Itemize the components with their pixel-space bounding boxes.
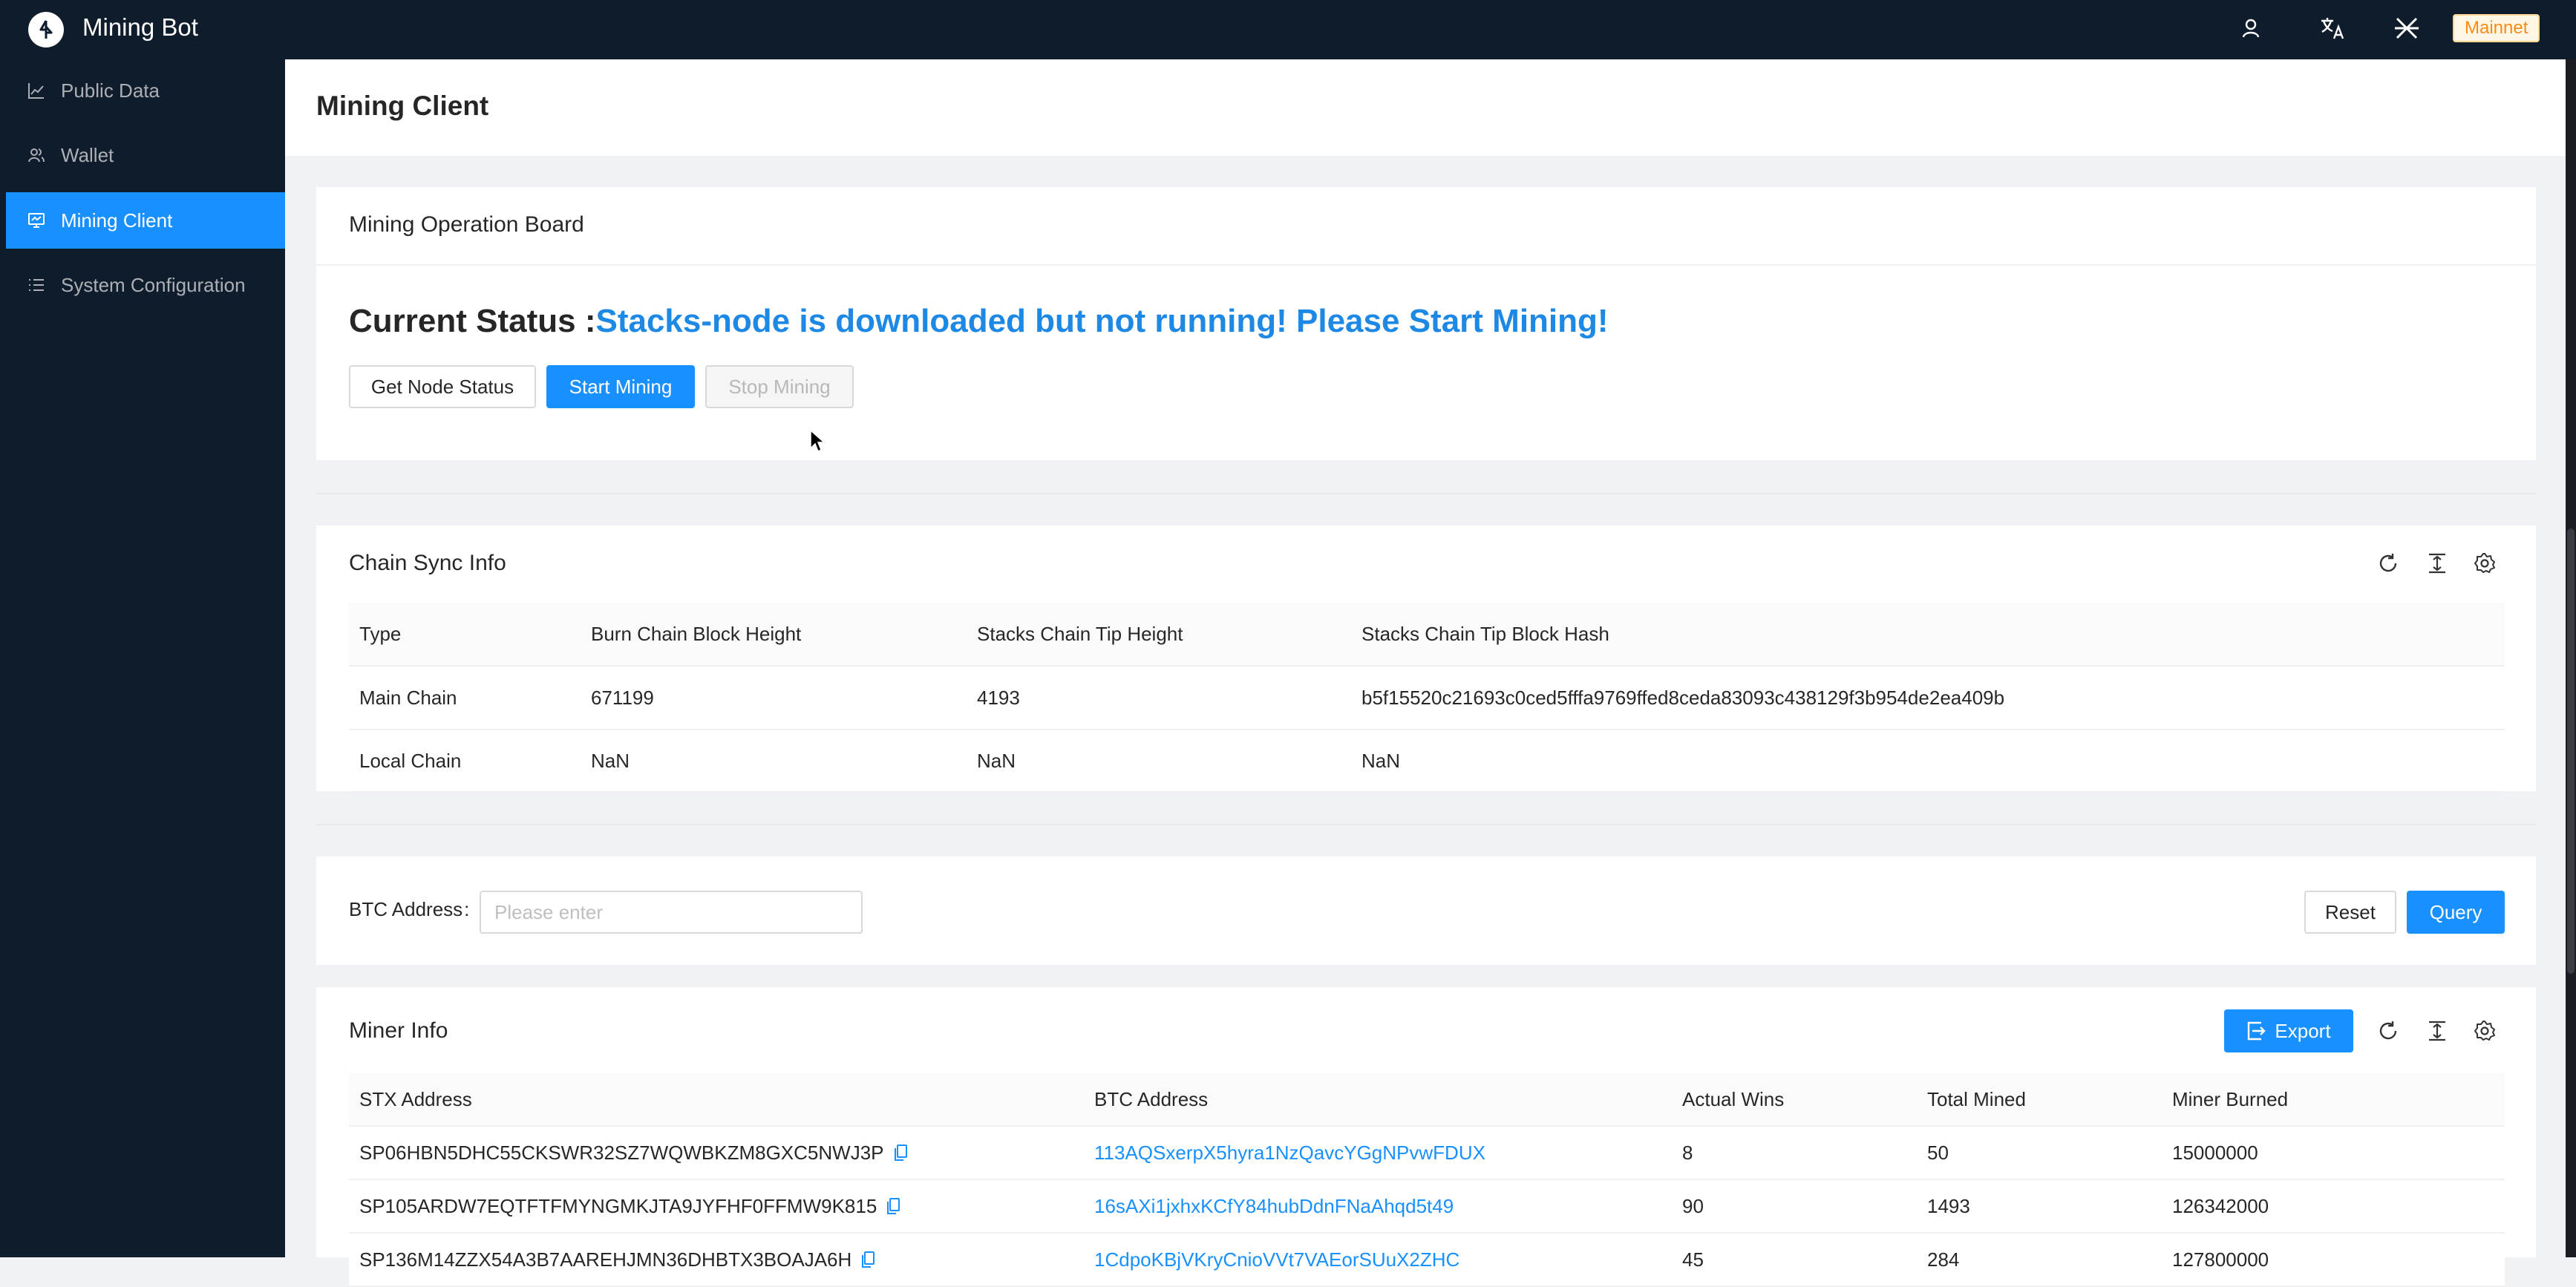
top-header: Mining Bot Mainnet [0,0,2576,59]
sidebar-item-public-data[interactable]: Public Data [6,62,285,119]
stx-address-cell: SP136M14ZZX54A3B7AAREHJMN36DHBTX3BOAJA6H [359,1234,877,1286]
table-cell: 284 [1927,1248,1960,1271]
page-title: Mining Client [316,91,489,121]
column-header[interactable]: Actual Wins [1682,1073,1784,1125]
user-icon[interactable] [2236,13,2266,43]
sidebar-item-label: System Configuration [61,273,246,296]
monitor-icon [25,209,48,232]
column-height-icon[interactable] [2425,551,2450,576]
btc-address-label: BTC Address: [349,898,469,921]
export-button[interactable]: Export [2224,1009,2353,1052]
line-chart-icon [25,79,48,102]
logo-icon[interactable] [28,12,64,48]
current-status: Current Status :Stacks-node is downloade… [349,303,1609,340]
label-colon: : [464,898,470,920]
settings-icon[interactable] [2472,551,2497,576]
column-header[interactable]: Burn Chain Block Height [591,603,801,665]
column-header[interactable]: Total Mined [1927,1073,2026,1125]
translate-icon[interactable] [2318,13,2347,43]
app-title: Mining Bot [82,13,198,41]
table-cell: 8 [1682,1141,1693,1164]
card-title: Mining Operation Board [349,212,584,237]
table-cell: 671199 [591,686,654,709]
card-divider [316,264,2536,266]
table-row: SP06HBN5DHC55CKSWR32SZ7WQWBKZM8GXC5NWJ3P… [349,1127,2505,1180]
btc-address-link[interactable]: 16sAXi1jxhxKCfY84hubDdnFNaAhqd5t49 [1094,1180,1454,1232]
section-divider [316,493,2536,494]
copy-icon[interactable] [892,1143,909,1162]
get-node-status-button[interactable]: Get Node Status [349,365,536,408]
table-cell: b5f15520c21693c0ced5fffa9769ffed8ceda830… [1361,686,2005,709]
export-label: Export [2275,1019,2331,1042]
list-icon [25,274,48,296]
sidebar-item-wallet[interactable]: Wallet [6,127,285,183]
page-header: Mining Client [285,59,2566,156]
card-title: Chain Sync Info [349,551,506,575]
sidebar-item-label: Public Data [61,79,160,102]
miner-info-card: Miner Info Export STX Address BTC Addres… [316,987,2536,1287]
scrollbar-thumb[interactable] [2567,528,2575,974]
table-header: STX Address BTC Address Actual Wins Tota… [349,1073,2505,1127]
table-cell: 90 [1682,1194,1704,1217]
table-cell: Main Chain [359,686,457,709]
table-row: Main Chain 671199 4193 b5f15520c21693c0c… [349,667,2505,730]
query-button[interactable]: Query [2407,891,2505,934]
settings-icon[interactable] [2472,1018,2497,1044]
table-cell: NaN [1361,749,1401,772]
stx-address: SP06HBN5DHC55CKSWR32SZ7WQWBKZM8GXC5NWJ3P [359,1141,884,1164]
table-header: Type Burn Chain Block Height Stacks Chai… [349,603,2505,667]
network-icon[interactable] [2392,13,2422,43]
reload-icon[interactable] [2376,551,2401,576]
sidebar: Public Data Wallet Mining Client System … [0,59,285,1257]
status-label: Current Status : [349,303,596,339]
copy-icon[interactable] [859,1250,877,1269]
stx-address-cell: SP105ARDW7EQTFTFMYNGMKJTA9JYFHF0FFMW9K81… [359,1180,902,1232]
btc-address-input[interactable] [480,891,863,934]
network-badge[interactable]: Mainnet [2453,14,2540,42]
mining-operation-board: Mining Operation Board Current Status :S… [316,187,2536,460]
table-row: Local Chain NaN NaN NaN [349,730,2505,793]
card-title: Miner Info [349,1018,448,1043]
sidebar-item-system-configuration[interactable]: System Configuration [6,257,285,313]
reload-icon[interactable] [2376,1018,2401,1044]
mouse-cursor-icon [810,429,826,453]
column-header[interactable]: Miner Burned [2172,1073,2288,1125]
start-mining-button[interactable]: Start Mining [546,365,695,408]
stx-address-cell: SP06HBN5DHC55CKSWR32SZ7WQWBKZM8GXC5NWJ3P [359,1127,909,1179]
copy-icon[interactable] [884,1196,902,1216]
stop-mining-button[interactable]: Stop Mining [705,365,854,408]
table-cell: 45 [1682,1248,1704,1271]
sidebar-item-label: Mining Client [61,209,173,232]
btc-address-link[interactable]: 113AQSxerpX5hyra1NzQavcYGgNPvwFDUX [1094,1127,1485,1179]
table-cell: Local Chain [359,749,462,772]
stx-address: SP105ARDW7EQTFTFMYNGMKJTA9JYFHF0FFMW9K81… [359,1194,877,1217]
section-divider [316,824,2536,825]
users-icon [25,144,48,166]
column-header[interactable]: BTC Address [1094,1073,1208,1125]
btc-address-link[interactable]: 1CdpoKBjVKryCnioVVt7VAEorSUuX2ZHC [1094,1234,1459,1286]
table-cell: NaN [591,749,630,772]
sidebar-item-mining-client[interactable]: Mining Client [6,192,285,249]
table-cell: 50 [1927,1141,1949,1164]
sidebar-item-label: Wallet [61,143,114,166]
table-cell: 4193 [977,686,1020,709]
column-header[interactable]: Stacks Chain Tip Block Hash [1361,603,1609,665]
stx-address: SP136M14ZZX54A3B7AAREHJMN36DHBTX3BOAJA6H [359,1248,852,1271]
table-cell: 127800000 [2172,1248,2269,1271]
column-height-icon[interactable] [2425,1018,2450,1044]
export-icon [2248,1021,2266,1041]
chain-sync-info-card: Chain Sync Info Type Burn Chain Block He… [316,525,2536,793]
table-cell: 15000000 [2172,1141,2258,1164]
table-cell: 1493 [1927,1194,1970,1217]
table-cell: NaN [977,749,1016,772]
column-header[interactable]: Type [359,603,401,665]
table-row: SP136M14ZZX54A3B7AAREHJMN36DHBTX3BOAJA6H… [349,1234,2505,1287]
status-message: Stacks-node is downloaded but not runnin… [595,303,1609,339]
label-text: BTC Address [349,898,463,920]
column-header[interactable]: Stacks Chain Tip Height [977,603,1183,665]
table-cell: 126342000 [2172,1194,2269,1217]
reset-button[interactable]: Reset [2304,891,2396,934]
table-row: SP105ARDW7EQTFTFMYNGMKJTA9JYFHF0FFMW9K81… [349,1180,2505,1234]
column-header[interactable]: STX Address [359,1073,472,1125]
